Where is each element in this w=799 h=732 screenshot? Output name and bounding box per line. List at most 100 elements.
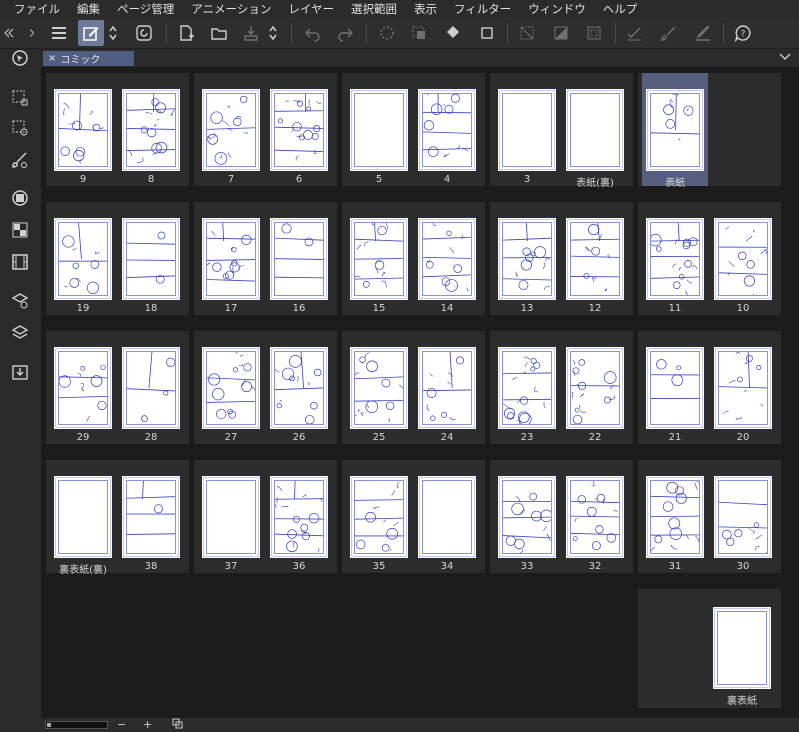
page-thumbnail[interactable] [54,476,112,558]
menu-item[interactable]: ファイル [14,1,60,17]
hamburger-menu-icon[interactable] [46,20,72,46]
page-thumbnail[interactable] [418,218,476,300]
page-spread[interactable]: 3 表紙(裏) [490,73,633,189]
zoom-in-button[interactable]: + [143,718,152,731]
import-icon[interactable] [8,360,32,384]
loading-icon[interactable] [374,20,400,46]
menu-item[interactable]: 編集 [77,1,100,17]
page-spread[interactable]: 表紙 [638,73,781,189]
chevron-down-icon[interactable] [779,52,791,65]
material-palette-icon[interactable] [8,218,32,242]
page-thumbnail[interactable] [202,218,260,300]
layers-icon[interactable] [8,321,32,345]
zoom-slider-thumb[interactable] [47,723,51,727]
tab-comic[interactable]: × コミック [43,51,134,66]
zoom-slider[interactable] [45,721,108,729]
menu-item[interactable]: フィルター [454,1,511,17]
page-thumbnail[interactable] [646,89,704,171]
fit-view-icon[interactable] [172,718,183,732]
page-thumbnail[interactable] [350,218,408,300]
selection-launcher-icon[interactable] [8,86,32,110]
page-thumbnail[interactable] [202,347,260,429]
help-icon[interactable]: ? [730,20,756,46]
page-thumbnail[interactable] [350,476,408,558]
menu-item[interactable]: ページ管理 [117,1,174,17]
page-thumbnail[interactable] [54,347,112,429]
page-spread[interactable]: 33 32 [490,460,633,573]
page-spread[interactable]: 17 16 [194,202,337,315]
page-thumbnail[interactable] [418,89,476,171]
undo-icon[interactable] [300,20,326,46]
page-thumbnail[interactable] [270,89,328,171]
page-thumbnail[interactable] [566,89,624,171]
page-thumbnail[interactable] [202,476,260,558]
page-spread[interactable]: 54 [342,73,485,186]
fill-bucket-icon[interactable] [440,20,466,46]
page-thumbnail[interactable] [566,218,624,300]
page-spread[interactable]: 31 30 [638,460,781,573]
collapse-left-icon[interactable] [2,21,16,45]
page-thumbnail[interactable] [54,89,112,171]
crop-icon[interactable] [474,20,500,46]
timeline-film-icon[interactable] [8,250,32,274]
page-thumbnail[interactable] [566,476,624,558]
page-thumbnail[interactable] [646,476,704,558]
menu-item[interactable]: ヘルプ [603,1,638,17]
redo-icon[interactable] [332,20,358,46]
page-thumbnail[interactable] [418,476,476,558]
menu-item[interactable]: レイヤー [288,1,334,17]
page-thumbnail[interactable] [270,476,328,558]
page-thumbnail[interactable] [714,347,772,429]
close-tab-icon[interactable]: × [48,53,56,64]
page-spread[interactable]: 裏表紙(裏) 38 [46,460,189,576]
page-thumbnail[interactable] [646,218,704,300]
page-thumbnail[interactable] [54,218,112,300]
page-thumbnail[interactable] [418,347,476,429]
menu-item[interactable]: ウィンドウ [528,1,586,17]
page-spread[interactable]: 21 20 [638,331,781,444]
page-thumbnail[interactable] [713,607,771,689]
page-thumbnail[interactable] [270,218,328,300]
page-spread[interactable]: 15 14 [342,202,485,315]
clear-selection-icon[interactable] [514,20,540,46]
page-spread[interactable]: 27 26 [194,331,337,444]
menu-item[interactable]: アニメーション [191,1,271,17]
navigator-icon[interactable] [8,46,32,70]
page-thumbnail[interactable] [270,347,328,429]
page-spread[interactable]: 98 [46,73,189,186]
page-thumbnail[interactable] [350,89,408,171]
selection-layer-icon[interactable] [406,20,432,46]
spinner-icon[interactable] [106,20,120,46]
page-edit-mode-icon[interactable] [78,20,104,46]
page-thumbnail[interactable] [122,218,180,300]
check-pen-icon[interactable] [621,20,647,46]
page-spread[interactable]: 11 10 [638,202,781,315]
page-spread[interactable]: 29 28 [46,331,189,444]
zoom-out-button[interactable]: − [117,718,126,731]
page-thumbnail[interactable] [350,347,408,429]
layer-property-icon[interactable] [8,289,32,313]
page-spread[interactable]: 19 18 [46,202,189,315]
page-thumbnail[interactable] [202,89,260,171]
export-icon[interactable] [238,20,264,46]
selection-settings-icon[interactable] [8,116,32,140]
menu-item[interactable]: 選択範囲 [351,1,397,17]
page-thumbnail[interactable] [498,218,556,300]
menu-item[interactable]: 表示 [414,1,437,17]
new-file-icon[interactable] [173,20,199,46]
page-spread[interactable]: 37 36 [194,460,337,573]
page-thumbnail[interactable] [122,89,180,171]
page-thumbnail[interactable] [122,476,180,558]
invert-selection-icon[interactable] [548,20,574,46]
spinner-icon[interactable] [266,20,280,46]
color-circle-icon[interactable] [8,186,32,210]
page-spread[interactable]: 13 12 [490,202,633,315]
page-spread[interactable]: 76 [194,73,337,186]
page-thumbnail[interactable] [714,476,772,558]
page-thumbnail[interactable] [498,89,556,171]
page-thumbnail[interactable] [498,476,556,558]
page-thumbnail[interactable] [714,218,772,300]
pen-line-icon[interactable] [690,20,716,46]
page-spread[interactable]: 23 22 [490,331,633,444]
page-thumbnail[interactable] [498,347,556,429]
